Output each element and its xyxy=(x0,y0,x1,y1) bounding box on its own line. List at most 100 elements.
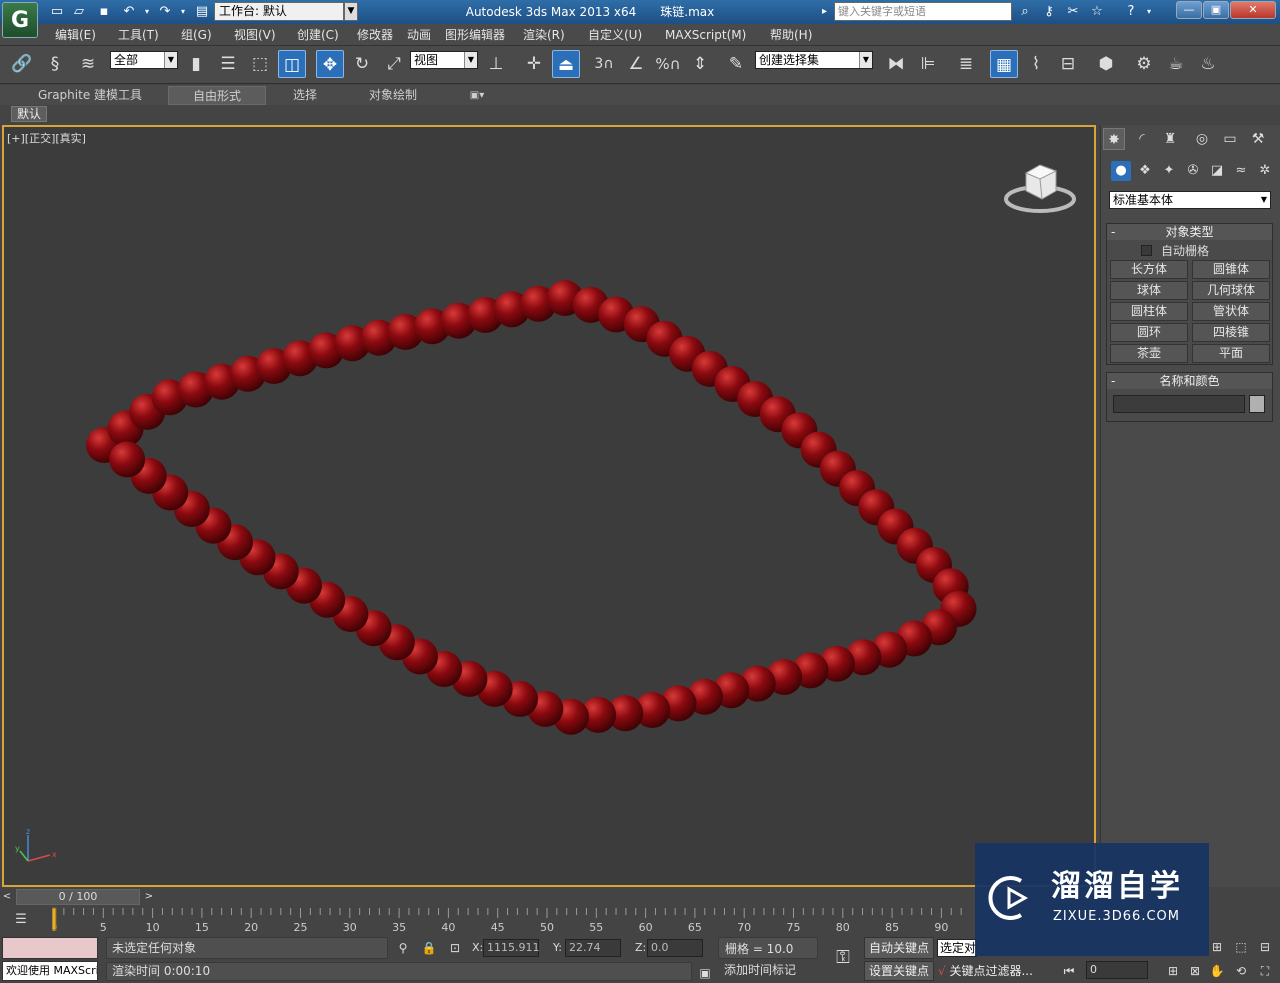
field-of-view-icon[interactable]: ⊠ xyxy=(1186,962,1204,980)
viewport-label[interactable]: [+][正交][真实] xyxy=(7,130,86,146)
prev-frame-button[interactable]: < xyxy=(0,888,14,906)
link-icon[interactable]: 🔗 xyxy=(8,50,36,78)
helpers-category-icon[interactable]: ◪ xyxy=(1207,161,1227,181)
material-editor-icon[interactable]: ⬢ xyxy=(1092,50,1120,78)
cameras-category-icon[interactable]: ✇ xyxy=(1183,161,1203,181)
pyramid-button[interactable]: 四棱锥 xyxy=(1192,323,1270,342)
open-file-icon[interactable]: ▱ xyxy=(70,3,88,21)
select-by-name-icon[interactable]: ☰ xyxy=(214,50,242,78)
space-warps-category-icon[interactable]: ≈ xyxy=(1231,161,1251,181)
go-to-start-icon[interactable]: ⏮ xyxy=(1060,962,1078,980)
search-expand-icon[interactable]: ▸ xyxy=(822,3,832,21)
rendered-frame-window-icon[interactable]: ☕ xyxy=(1162,50,1190,78)
plane-button[interactable]: 平面 xyxy=(1192,344,1270,363)
tube-button[interactable]: 管状体 xyxy=(1192,302,1270,321)
graphite-toggle-icon[interactable]: ▦ xyxy=(990,50,1018,78)
zoom-region-icon[interactable]: ⊟ xyxy=(1256,938,1274,956)
timeline-ruler[interactable]: 051015202530354045505560657075808590 xyxy=(52,906,974,934)
display-tab-icon[interactable]: ▭ xyxy=(1219,128,1241,150)
sphere-button[interactable]: 球体 xyxy=(1110,281,1188,300)
create-tab-icon[interactable]: ✸ xyxy=(1103,128,1125,150)
current-frame-field[interactable]: 0 xyxy=(1086,961,1148,979)
object-name-input[interactable] xyxy=(1113,395,1245,413)
bead[interactable] xyxy=(109,441,146,478)
geosphere-button[interactable]: 几何球体 xyxy=(1192,281,1270,300)
edit-named-selection-icon[interactable]: ✎ xyxy=(722,50,750,78)
curve-editor-icon[interactable]: ⌇ xyxy=(1022,50,1050,78)
snaps-toggle-icon[interactable]: 3∩ xyxy=(590,50,618,78)
teapot-button[interactable]: 茶壶 xyxy=(1110,344,1188,363)
undo-dropdown-icon[interactable]: ▾ xyxy=(138,3,156,21)
cylinder-button[interactable]: 圆柱体 xyxy=(1110,302,1188,321)
minimize-button[interactable]: — xyxy=(1176,1,1202,19)
subscription-key-icon[interactable]: ⚷ xyxy=(1040,3,1058,21)
communication-center-icon[interactable]: ✂ xyxy=(1064,3,1082,21)
schematic-view-icon[interactable]: ⊟ xyxy=(1054,50,1082,78)
maximize-viewport-icon[interactable]: ⛶ xyxy=(1256,962,1274,980)
auto-key-button[interactable]: 自动关键点 xyxy=(864,937,934,959)
tab-graphite-modeling[interactable]: Graphite 建模工具 xyxy=(30,86,150,105)
redo-icon[interactable]: ↷ xyxy=(156,3,174,21)
favorites-star-icon[interactable]: ☆ xyxy=(1088,3,1106,21)
menu-graph-editors[interactable]: 图形编辑器 xyxy=(445,24,505,46)
x-coordinate-field[interactable]: 1115.911 xyxy=(483,939,540,957)
save-file-icon[interactable]: ▪ xyxy=(95,3,113,21)
menu-animation[interactable]: 动画 xyxy=(407,24,431,46)
select-and-move-icon[interactable]: ✥ xyxy=(316,50,344,78)
redo-dropdown-icon[interactable]: ▾ xyxy=(174,3,192,21)
maxscript-listener-pink[interactable] xyxy=(2,937,98,959)
pivot-center-icon[interactable]: ⊥ xyxy=(482,50,510,78)
menu-group[interactable]: 组(G) xyxy=(181,24,212,46)
maxscript-listener-white[interactable]: 欢迎使用 MAXScri xyxy=(2,961,98,981)
percent-snap-icon[interactable]: %∩ xyxy=(654,50,682,78)
rollout-collapse-icon[interactable]: - xyxy=(1111,373,1115,389)
rollout-collapse-icon[interactable]: - xyxy=(1111,224,1115,240)
geometry-category-icon[interactable]: ● xyxy=(1111,161,1131,181)
next-frame-button[interactable]: > xyxy=(142,888,156,906)
bead-necklace[interactable] xyxy=(4,127,1094,885)
menu-help[interactable]: 帮助(H) xyxy=(770,24,812,46)
set-key-button[interactable]: 设置关键点 xyxy=(864,961,934,981)
autogrid-checkbox[interactable]: 自动栅格 xyxy=(1141,244,1209,258)
window-crossing-icon[interactable]: ◫ xyxy=(278,50,306,78)
viewcube-icon[interactable] xyxy=(1002,157,1082,217)
select-manipulate-icon[interactable]: ✛ xyxy=(520,50,548,78)
align-icon[interactable]: ⊫ xyxy=(914,50,942,78)
time-tag-icon[interactable]: ▣ xyxy=(696,964,714,982)
rectangular-selection-icon[interactable]: ⬚ xyxy=(246,50,274,78)
lights-category-icon[interactable]: ✦ xyxy=(1159,161,1179,181)
unlink-icon[interactable]: § xyxy=(41,50,69,78)
modify-tab-icon[interactable]: ◜ xyxy=(1131,128,1153,150)
z-coordinate-field[interactable]: 0.0 xyxy=(647,939,703,957)
open-mini-curve-editor-icon[interactable]: ☰ xyxy=(10,910,32,930)
primitive-category-dropdown[interactable]: 标准基本体 ▼ xyxy=(1109,191,1271,209)
select-and-scale-icon[interactable]: ⤢ xyxy=(380,50,408,78)
menu-maxscript[interactable]: MAXScript(M) xyxy=(665,24,746,46)
zoom-extents-icon[interactable]: ⊞ xyxy=(1164,962,1182,980)
tab-freeform[interactable]: 自由形式 xyxy=(168,86,266,105)
select-and-rotate-icon[interactable]: ↻ xyxy=(348,50,376,78)
select-object-icon[interactable]: ▮ xyxy=(182,50,210,78)
y-coordinate-field[interactable]: 22.74 xyxy=(565,939,621,957)
project-folder-icon[interactable]: ▤ xyxy=(193,3,211,21)
workspace-dropdown[interactable]: 工作台: 默认 xyxy=(214,2,344,21)
binoculars-icon[interactable]: ⌕ xyxy=(1016,3,1034,21)
object-type-rollout-header[interactable]: - 对象类型 xyxy=(1107,224,1272,240)
selection-filter-dropdown[interactable]: 全部 ▼ xyxy=(110,51,178,69)
workspace-dropdown-arrow[interactable]: ▼ xyxy=(344,2,358,21)
time-slider-thumb[interactable]: 0 / 100 xyxy=(16,889,140,905)
menu-edit[interactable]: 编辑(E) xyxy=(55,24,96,46)
spinner-snap-icon[interactable]: ⇕ xyxy=(686,50,714,78)
render-production-icon[interactable]: ♨ xyxy=(1194,50,1222,78)
mirror-icon[interactable]: ⧓ xyxy=(882,50,910,78)
keyboard-shortcut-override-icon[interactable]: ⏏ xyxy=(552,50,580,78)
selection-lock-icon[interactable]: 🔒 xyxy=(420,939,438,957)
help-icon[interactable]: ? xyxy=(1122,3,1140,21)
named-selection-dropdown[interactable]: 创建选择集 ▼ xyxy=(755,51,873,69)
torus-button[interactable]: 圆环 xyxy=(1110,323,1188,342)
layer-manager-icon[interactable]: ≣ xyxy=(952,50,980,78)
systems-category-icon[interactable]: ✲ xyxy=(1255,161,1275,181)
undo-icon[interactable]: ↶ xyxy=(120,3,138,21)
search-input[interactable]: 键入关键字或短语 xyxy=(834,2,1012,21)
menu-create[interactable]: 创建(C) xyxy=(297,24,339,46)
